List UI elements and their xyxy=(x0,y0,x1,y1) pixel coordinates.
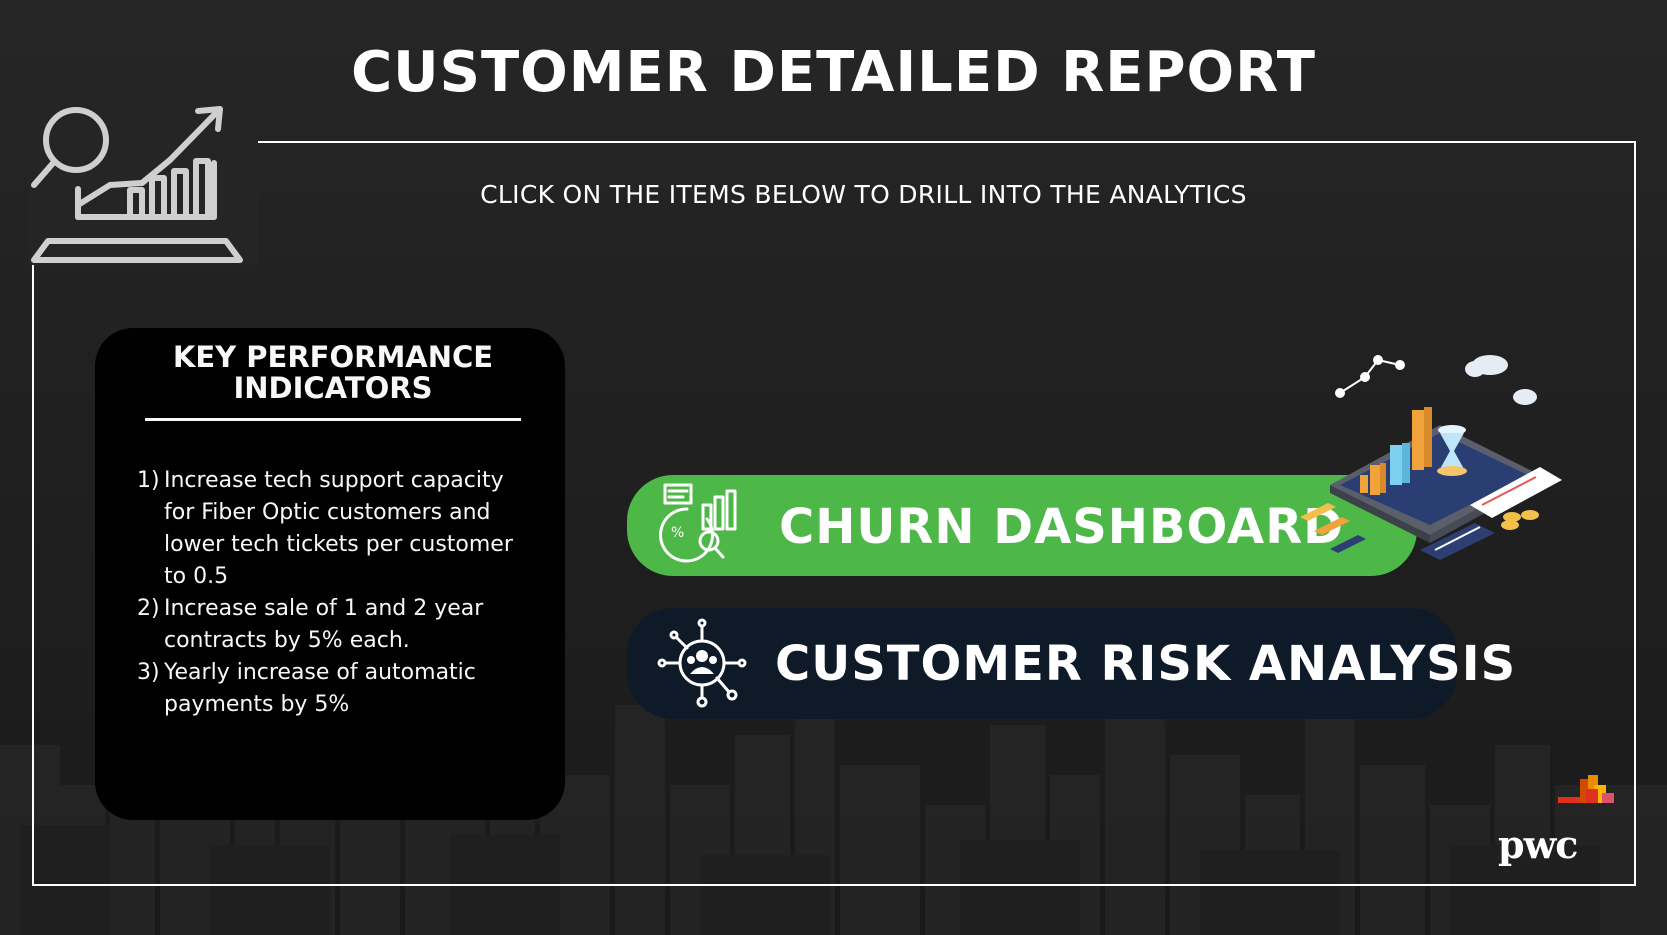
kpi-item-1: 1) Increase tech support capacity for Fi… xyxy=(137,465,529,593)
kpi-item-2: 2) Increase sale of 1 and 2 year contrac… xyxy=(137,593,529,657)
kpi-divider xyxy=(145,418,521,421)
report-page: CUSTOMER DETAILED REPORT CLICK ON THE IT… xyxy=(0,0,1667,935)
kpi-item-number: 3) xyxy=(137,660,160,685)
isometric-analytics-illustration xyxy=(1300,355,1562,560)
kpi-item-number: 1) xyxy=(137,468,160,493)
page-title: CUSTOMER DETAILED REPORT xyxy=(351,40,1316,105)
customer-risk-analysis-label: CUSTOMER RISK ANALYSIS xyxy=(775,636,1517,692)
page-subtitle: CLICK ON THE ITEMS BELOW TO DRILL INTO T… xyxy=(480,180,1247,209)
customer-network-icon xyxy=(657,618,747,708)
kpi-title: KEY PERFORMANCE INDICATORS xyxy=(172,340,494,405)
pwc-wordmark: pwc xyxy=(1498,822,1578,867)
kpi-item-3: 3) Yearly increase of automatic payments… xyxy=(137,657,529,721)
kpi-card: KEY PERFORMANCE INDICATORS 1) Increase t… xyxy=(95,328,565,820)
churn-dashboard-button[interactable]: % CHURN DASHBOARD xyxy=(627,475,1417,576)
pwc-logo: pwc xyxy=(1498,775,1628,875)
kpi-item-number: 2) xyxy=(137,596,160,621)
customer-risk-analysis-button[interactable]: CUSTOMER RISK ANALYSIS xyxy=(627,608,1515,719)
kpi-item-text: Increase sale of 1 and 2 year contracts … xyxy=(164,596,484,653)
pwc-logo-mark xyxy=(1558,775,1614,803)
kpi-item-text: Yearly increase of automatic payments by… xyxy=(164,660,476,717)
kpi-list: 1) Increase tech support capacity for Fi… xyxy=(137,465,529,721)
kpi-item-text: Increase tech support capacity for Fiber… xyxy=(164,468,513,589)
churn-dashboard-label: CHURN DASHBOARD xyxy=(779,499,1345,555)
svg-text:%: % xyxy=(671,525,684,541)
analytics-chart-icon: % xyxy=(659,483,737,563)
